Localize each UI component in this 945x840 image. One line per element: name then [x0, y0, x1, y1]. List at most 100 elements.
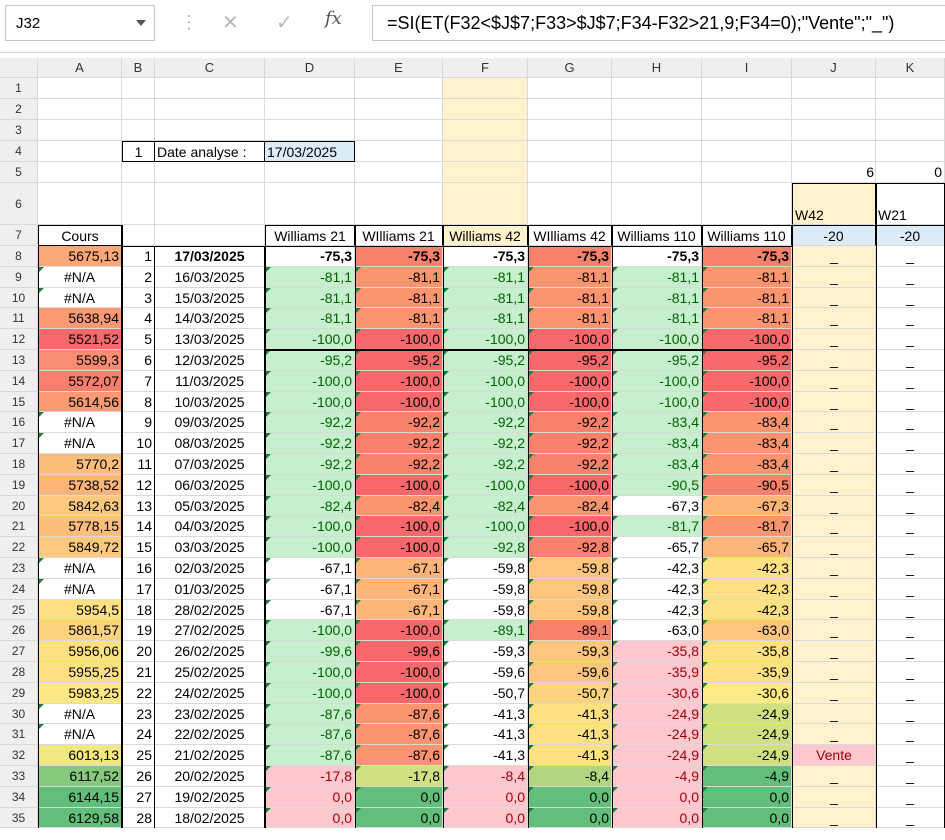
cell-j6-value[interactable]: W42: [792, 183, 876, 225]
cell-d2[interactable]: [265, 99, 355, 120]
cell-j15[interactable]: _: [792, 391, 876, 413]
row-header-23[interactable]: 23: [0, 558, 38, 579]
cell-f28[interactable]: -59,6: [443, 662, 528, 683]
insert-function-icon[interactable]: fx: [325, 8, 342, 29]
cell-g13[interactable]: -95,2: [528, 350, 612, 371]
cell-g22[interactable]: -92,8: [528, 537, 612, 558]
cell-k22[interactable]: _: [876, 537, 945, 558]
cell-g18[interactable]: -92,2: [528, 454, 612, 475]
cell-a14[interactable]: 5572,07: [38, 370, 122, 392]
cell-d19[interactable]: -100,0: [265, 474, 355, 496]
cell-e24[interactable]: -67,1: [355, 578, 443, 600]
cell-b11[interactable]: 4: [122, 308, 155, 330]
cell-g35[interactable]: 0,0: [528, 807, 612, 829]
cell-h1[interactable]: [612, 78, 702, 99]
cell-b20[interactable]: 13: [122, 495, 155, 517]
cell-k16[interactable]: _: [876, 412, 945, 434]
cell-h23[interactable]: -42,3: [612, 558, 702, 579]
cell-i12[interactable]: -100,0: [702, 329, 792, 350]
cell-i14[interactable]: -100,0: [702, 370, 792, 392]
cell-j4[interactable]: [792, 141, 876, 162]
cell-d33[interactable]: -17,8: [265, 766, 355, 787]
column-header-c[interactable]: C: [155, 58, 265, 78]
cell-c30[interactable]: 23/02/2025: [155, 703, 265, 725]
cell-h22[interactable]: -65,7: [612, 537, 702, 558]
cell-f8[interactable]: -75,3: [443, 246, 528, 267]
cell-i13[interactable]: -95,2: [702, 350, 792, 371]
cell-h33[interactable]: -4,9: [612, 766, 702, 787]
cell-k21[interactable]: _: [876, 516, 945, 538]
cell-c4-value[interactable]: Date analyse :: [155, 141, 265, 162]
cell-f6[interactable]: [443, 183, 528, 225]
cell-h34[interactable]: 0,0: [612, 786, 702, 808]
row-header-14[interactable]: 14: [0, 370, 38, 392]
cell-a8[interactable]: 5675,13: [38, 246, 122, 267]
cell-h26[interactable]: -63,0: [612, 620, 702, 642]
cell-i2[interactable]: [702, 99, 792, 120]
cell-h4[interactable]: [612, 141, 702, 162]
cell-f16[interactable]: -92,2: [443, 412, 528, 434]
row-header-30[interactable]: 30: [0, 703, 38, 725]
cell-c24[interactable]: 01/03/2025: [155, 578, 265, 600]
cell-g15[interactable]: -100,0: [528, 391, 612, 413]
cell-b2[interactable]: [122, 99, 155, 120]
cell-e34[interactable]: 0,0: [355, 786, 443, 808]
cell-b18[interactable]: 11: [122, 454, 155, 475]
cell-i16[interactable]: -83,4: [702, 412, 792, 434]
cell-k28[interactable]: _: [876, 662, 945, 683]
cell-i22[interactable]: -65,7: [702, 537, 792, 558]
cell-j26[interactable]: _: [792, 620, 876, 642]
cell-g3[interactable]: [528, 120, 612, 141]
cell-g28[interactable]: -59,6: [528, 662, 612, 683]
cell-j27[interactable]: _: [792, 641, 876, 662]
cell-b9[interactable]: 2: [122, 266, 155, 288]
cell-g27[interactable]: -59,3: [528, 641, 612, 662]
cell-e6[interactable]: [355, 183, 443, 225]
cell-i11[interactable]: -81,1: [702, 308, 792, 330]
cell-c11[interactable]: 14/03/2025: [155, 308, 265, 330]
column-header-j[interactable]: J: [792, 58, 876, 78]
cell-i24[interactable]: -42,3: [702, 578, 792, 600]
row-header-12[interactable]: 12: [0, 329, 38, 350]
cell-b29[interactable]: 22: [122, 682, 155, 704]
cell-h25[interactable]: -42,3: [612, 599, 702, 621]
select-all-corner[interactable]: [0, 58, 38, 78]
cell-a16[interactable]: #N/A: [38, 412, 122, 434]
row-header-7[interactable]: 7: [0, 225, 38, 246]
cell-h29[interactable]: -30,6: [612, 682, 702, 704]
cell-k35[interactable]: _: [876, 807, 945, 829]
cell-c28[interactable]: 25/02/2025: [155, 662, 265, 683]
cell-g32[interactable]: -41,3: [528, 745, 612, 766]
cell-d4-value[interactable]: 17/03/2025: [265, 141, 355, 162]
cell-d27[interactable]: -99,6: [265, 641, 355, 662]
cell-j34[interactable]: _: [792, 786, 876, 808]
cell-j12[interactable]: _: [792, 329, 876, 350]
cell-f4[interactable]: [443, 141, 528, 162]
cell-e19[interactable]: -100,0: [355, 474, 443, 496]
row-header-26[interactable]: 26: [0, 620, 38, 642]
cell-a4[interactable]: [38, 141, 122, 162]
row-header-21[interactable]: 21: [0, 516, 38, 538]
cell-j8[interactable]: _: [792, 246, 876, 267]
cell-b19[interactable]: 12: [122, 474, 155, 496]
cell-h21[interactable]: -81,7: [612, 516, 702, 538]
cell-k33[interactable]: _: [876, 766, 945, 787]
cell-d10[interactable]: -81,1: [265, 287, 355, 309]
cell-k30[interactable]: _: [876, 703, 945, 725]
cell-j11[interactable]: _: [792, 308, 876, 330]
cell-b5[interactable]: [122, 162, 155, 183]
cell-k25[interactable]: _: [876, 599, 945, 621]
cell-d13[interactable]: -95,2: [265, 350, 355, 371]
cell-g23[interactable]: -59,8: [528, 558, 612, 579]
row-header-17[interactable]: 17: [0, 433, 38, 454]
cell-a32[interactable]: 6013,13: [38, 745, 122, 766]
cell-i3[interactable]: [702, 120, 792, 141]
cell-g24[interactable]: -59,8: [528, 578, 612, 600]
cell-e9[interactable]: -81,1: [355, 266, 443, 288]
cell-a3[interactable]: [38, 120, 122, 141]
cell-e32[interactable]: -87,6: [355, 745, 443, 766]
cell-j17[interactable]: _: [792, 433, 876, 454]
cell-e30[interactable]: -87,6: [355, 703, 443, 725]
cell-e14[interactable]: -100,0: [355, 370, 443, 392]
cell-k1[interactable]: [876, 78, 945, 99]
